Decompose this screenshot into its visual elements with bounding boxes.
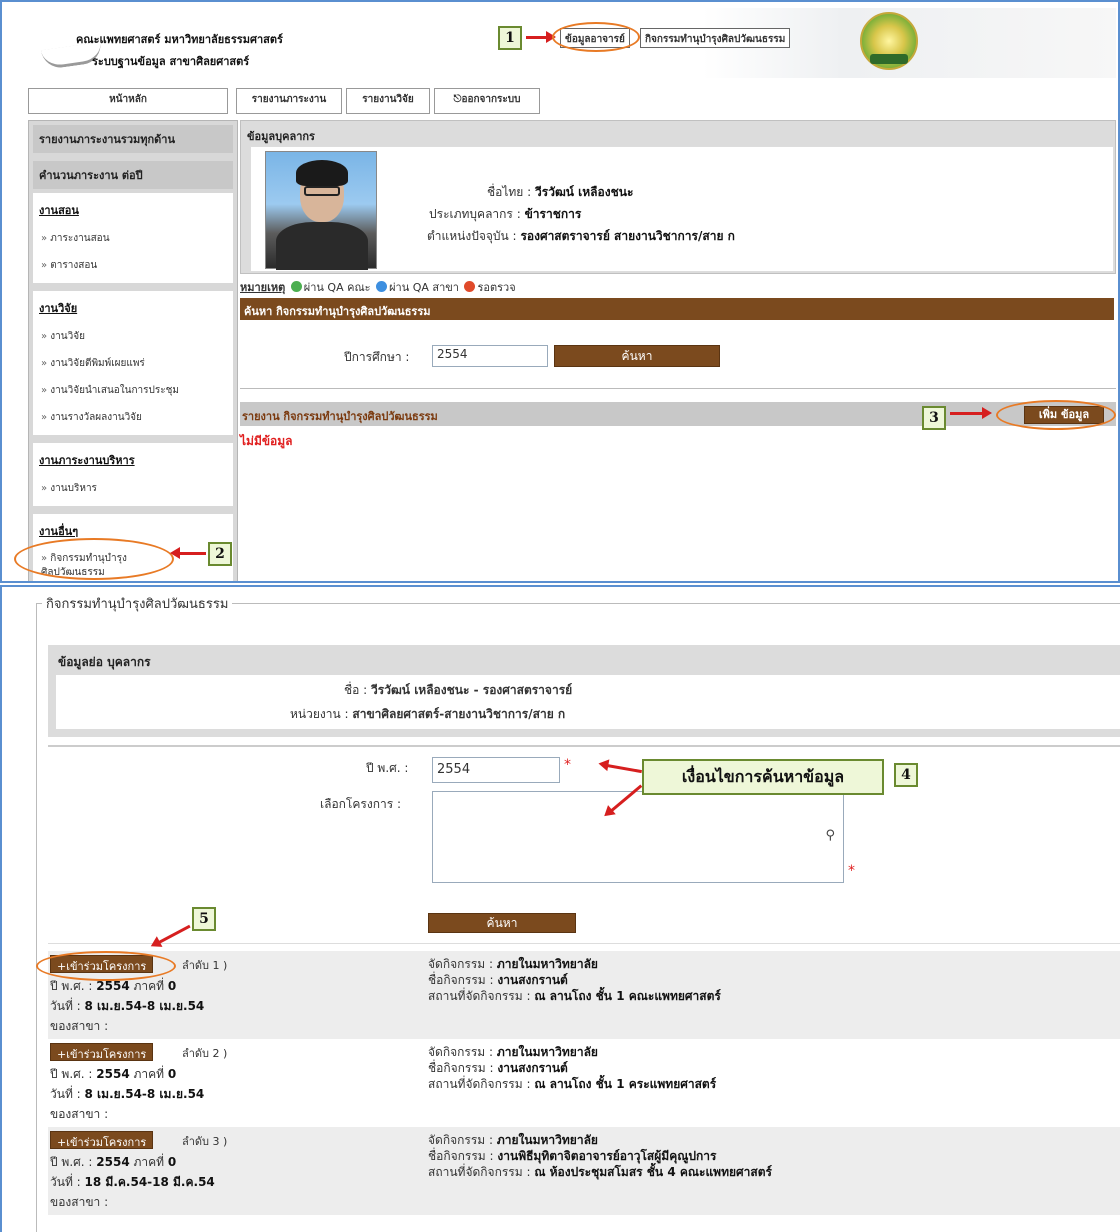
arrow-1 — [526, 31, 556, 43]
qa-legend: หมายเหตุ ผ่าน QA คณะ ผ่าน QA สาขา รอตรวจ — [240, 281, 516, 294]
personnel-position-row: ตำแหน่งปัจจุบัน : รองศาสตราจารย์ สายงานว… — [427, 229, 735, 243]
menu-logout[interactable]: ⎋ออกจากระบบ — [434, 88, 540, 114]
required-mark-project: * — [848, 863, 855, 879]
sidebar-section-admin: งานภาระงานบริหาร งานบริหาร — [33, 443, 233, 506]
callout-1: 1 — [498, 26, 522, 50]
personnel-type-row: ประเภทบุคลากร : ข้าราชการ — [429, 207, 582, 221]
project-seq: ลำดับ 1 ) — [182, 959, 228, 972]
search-bar-title: ค้นหา กิจกรรมทำนุบำรุงศิลปวัฒนธรรม — [240, 298, 1114, 320]
alert-red-icon — [464, 281, 476, 292]
faculty-name: คณะแพทยศาสตร์ มหาวิทยาลัยธรรมศาสตร์ — [76, 33, 283, 46]
check-green-icon — [290, 281, 302, 292]
university-logo — [860, 12, 918, 70]
sidebar-section-teaching: งานสอน ภาระงานสอน ตารางสอน — [33, 193, 233, 283]
arrow-3 — [950, 407, 992, 419]
sidebar-item-research-award[interactable]: งานรางวัลผลงานวิจัย — [33, 404, 233, 431]
sidebar-workload-all[interactable]: รายงานภาระงานรวมทุกด้าน — [33, 125, 233, 153]
sidebar-item-research[interactable]: งานวิจัย — [33, 323, 233, 350]
profile-photo — [265, 151, 377, 270]
top-screenshot: คณะแพทยศาสตร์ มหาวิทยาลัยธรรมศาสตร์ ระบบ… — [0, 0, 1120, 583]
sidebar-title-research[interactable]: งานวิจัย — [33, 291, 233, 323]
callout-4: 4 — [894, 763, 918, 787]
callout-4-text: เงื่อนไขการค้นหาข้อมูล — [642, 759, 884, 795]
personnel-panel: ข้อมูลบุคลากร ชื่อไทย : วีรวัฒน์ เหลืองช… — [240, 120, 1116, 274]
project-seq: ลำดับ 2 ) — [182, 1047, 228, 1060]
academic-year-label: ปีการศึกษา : — [344, 350, 410, 364]
highlight-oval-3 — [996, 400, 1116, 430]
highlight-oval-2 — [14, 538, 174, 580]
highlight-oval-5 — [36, 951, 176, 981]
required-mark-year: * — [564, 757, 571, 773]
sidebar-item-admin[interactable]: งานบริหาร — [33, 475, 233, 502]
main-content: ข้อมูลบุคลากร ชื่อไทย : วีรวัฒน์ เหลืองช… — [240, 120, 1116, 448]
fieldset-legend: กิจกรรมทำนุบำรุงศิลปวัฒนธรรม — [42, 593, 233, 614]
sidebar: รายงานภาระงานรวมทุกด้าน คำนวนภาระงาน ต่อ… — [28, 120, 238, 581]
project-seq: ลำดับ 3 ) — [182, 1135, 228, 1148]
no-data-text: ไม่มีข้อมูล — [240, 434, 293, 448]
sidebar-item-teaching-load[interactable]: ภาระงานสอน — [33, 225, 233, 252]
sidebar-calc-workload[interactable]: คำนวนภาระงาน ต่อปี — [33, 161, 233, 189]
year-input[interactable]: 2554 — [432, 757, 560, 783]
personnel-name: วีรวัฒน์ เหลืองชนะ — [535, 185, 634, 199]
brief-unit: สาขาศิลยศาสตร์-สายงานวิชาการ/สาย ก — [352, 707, 566, 721]
project-item-1: +เข้าร่วมโครงการ ลำดับ 1 ) ปี พ.ศ. : 255… — [48, 951, 1120, 1039]
year-label: ปี พ.ศ. : — [366, 761, 409, 775]
sidebar-item-timetable[interactable]: ตารางสอน — [33, 252, 233, 279]
project-select[interactable]: ⚲ — [432, 791, 844, 883]
brief-personnel-panel: ข้อมูลย่อ บุคลากร ชื่อ : วีรวัฒน์ เหลือง… — [48, 645, 1120, 737]
brief-name-row: ชื่อ : วีรวัฒน์ เหลืองชนะ - รองศาสตราจาร… — [344, 683, 573, 697]
system-name: ระบบฐานข้อมูล สาขาศิลยศาสตร์ — [92, 55, 250, 68]
personnel-name-row: ชื่อไทย : วีรวัฒน์ เหลืองชนะ — [487, 185, 634, 199]
menu-home[interactable]: หน้าหลัก — [28, 88, 228, 114]
callout-5: 5 — [192, 907, 216, 931]
menu-workload-report[interactable]: รายงานภาระงาน — [236, 88, 342, 114]
personnel-type: ข้าราชการ — [524, 207, 582, 221]
bottom-screenshot: กิจกรรมทำนุบำรุงศิลปวัฒนธรรม ข้อมูลย่อ บ… — [0, 585, 1120, 1232]
project-item-2: +เข้าร่วมโครงการ ลำดับ 2 ) ปี พ.ศ. : 255… — [50, 1043, 717, 1121]
sidebar-item-research-presented[interactable]: งานวิจัยนำเสนอในการประชุม — [33, 377, 233, 404]
brief-unit-row: หน่วยงาน : สาขาศิลยศาสตร์-สายงานวิชาการ/… — [290, 707, 566, 721]
sidebar-section-research: งานวิจัย งานวิจัย งานวิจัยตีพิมพ์เผยแพร่… — [33, 291, 233, 435]
search-icon: ⚲ — [825, 828, 835, 843]
personnel-position: รองศาสตราจารย์ สายงานวิชาการ/สาย ก — [520, 229, 735, 243]
callout-3: 3 — [922, 406, 946, 430]
highlight-oval-1 — [552, 22, 640, 52]
project-item-3: +เข้าร่วมโครงการ ลำดับ 3 ) ปี พ.ศ. : 255… — [48, 1127, 1120, 1215]
nav-culture-activity[interactable]: กิจกรรมทำนุบำรุงศิลปวัฒนธรรม — [640, 28, 791, 48]
project-label: เลือกโครงการ : — [320, 797, 402, 811]
join-project-button[interactable]: +เข้าร่วมโครงการ — [50, 1131, 154, 1149]
sidebar-item-research-published[interactable]: งานวิจัยตีพิมพ์เผยแพร่ — [33, 350, 233, 377]
sidebar-title-teaching[interactable]: งานสอน — [33, 193, 233, 225]
callout-2: 2 — [208, 542, 232, 566]
search-button-top[interactable]: ค้นหา — [554, 345, 720, 367]
menu-research-report[interactable]: รายงานวิจัย — [346, 88, 430, 114]
brief-name: วีรวัฒน์ เหลืองชนะ - รองศาสตราจารย์ — [371, 683, 573, 697]
check-blue-icon — [376, 281, 388, 292]
search-button[interactable]: ค้นหา — [428, 913, 576, 933]
join-project-button[interactable]: +เข้าร่วมโครงการ — [50, 1043, 154, 1061]
main-menu: หน้าหลัก รายงานภาระงาน รายงานวิจัย ⎋ออกจ… — [28, 88, 1112, 114]
legend-note: หมายเหตุ — [240, 281, 286, 294]
arrow-2 — [170, 547, 206, 559]
sidebar-title-admin[interactable]: งานภาระงานบริหาร — [33, 443, 233, 475]
academic-year-input[interactable]: 2554 — [432, 345, 548, 367]
